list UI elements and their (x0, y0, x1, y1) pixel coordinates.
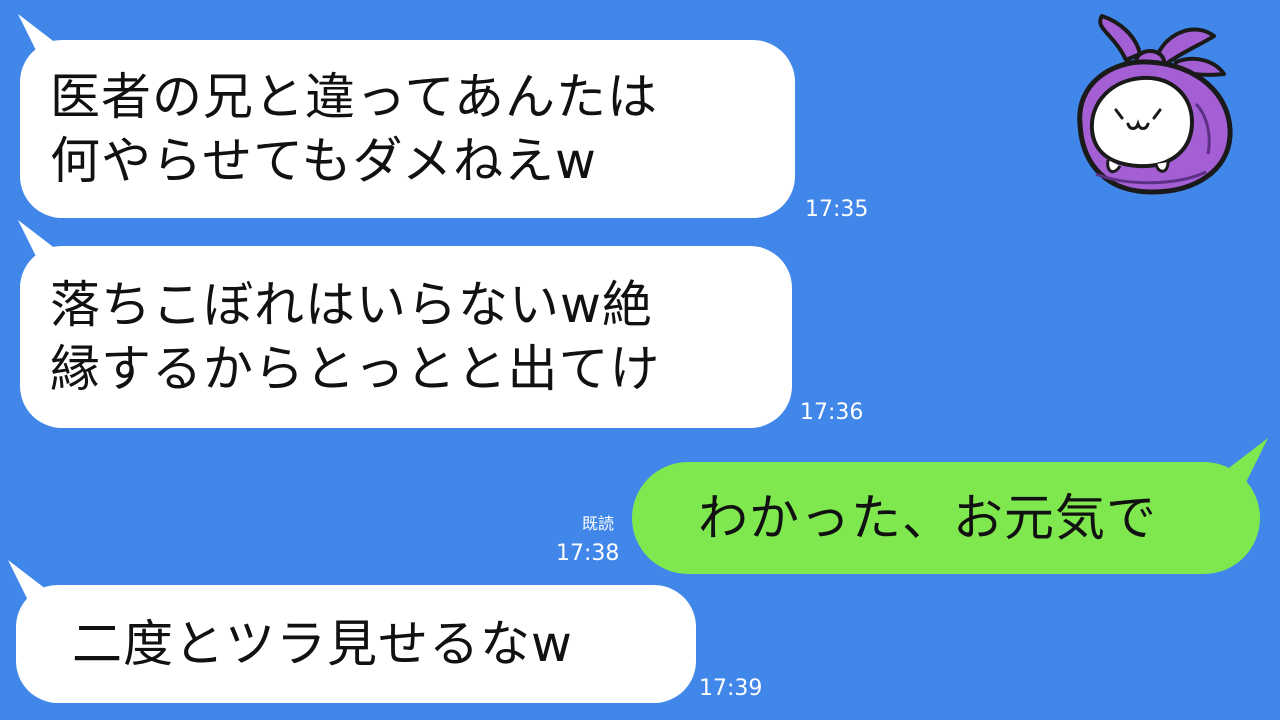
message-text-line: わかった、お元気で (698, 489, 1157, 547)
message-text-line: 二度とツラ見せるなw (72, 615, 573, 673)
message-bubble-incoming[interactable]: 二度とツラ見せるなw (16, 585, 696, 703)
message-timestamp: 17:35 (805, 197, 869, 222)
purple-furoshiki-character-icon (1077, 14, 1233, 195)
message-timestamp: 17:38 (556, 541, 620, 566)
message-timestamp: 17:36 (800, 400, 864, 425)
avatar[interactable] (1056, 14, 1242, 200)
message-text-line: 落ちこぼれはいらないw絶 (50, 276, 653, 334)
read-receipt: 既読 (582, 514, 615, 533)
chat-area: 医者の兄と違ってあんたは 何やらせてもダメねえw 17:35 落ちこぼれはいらな… (0, 0, 1280, 720)
message-text-line: 縁するからとっとと出てけ (50, 340, 661, 398)
message-timestamp: 17:39 (699, 676, 763, 701)
message-bubble-incoming[interactable]: 落ちこぼれはいらないw絶 縁するからとっとと出てけ (20, 246, 792, 428)
message-bubble-incoming[interactable]: 医者の兄と違ってあんたは 何やらせてもダメねえw (20, 40, 795, 218)
message-text-line: 何やらせてもダメねえw (50, 132, 597, 190)
message-bubble-outgoing[interactable]: わかった、お元気で (632, 462, 1260, 574)
message-text-line: 医者の兄と違ってあんたは (50, 68, 658, 126)
